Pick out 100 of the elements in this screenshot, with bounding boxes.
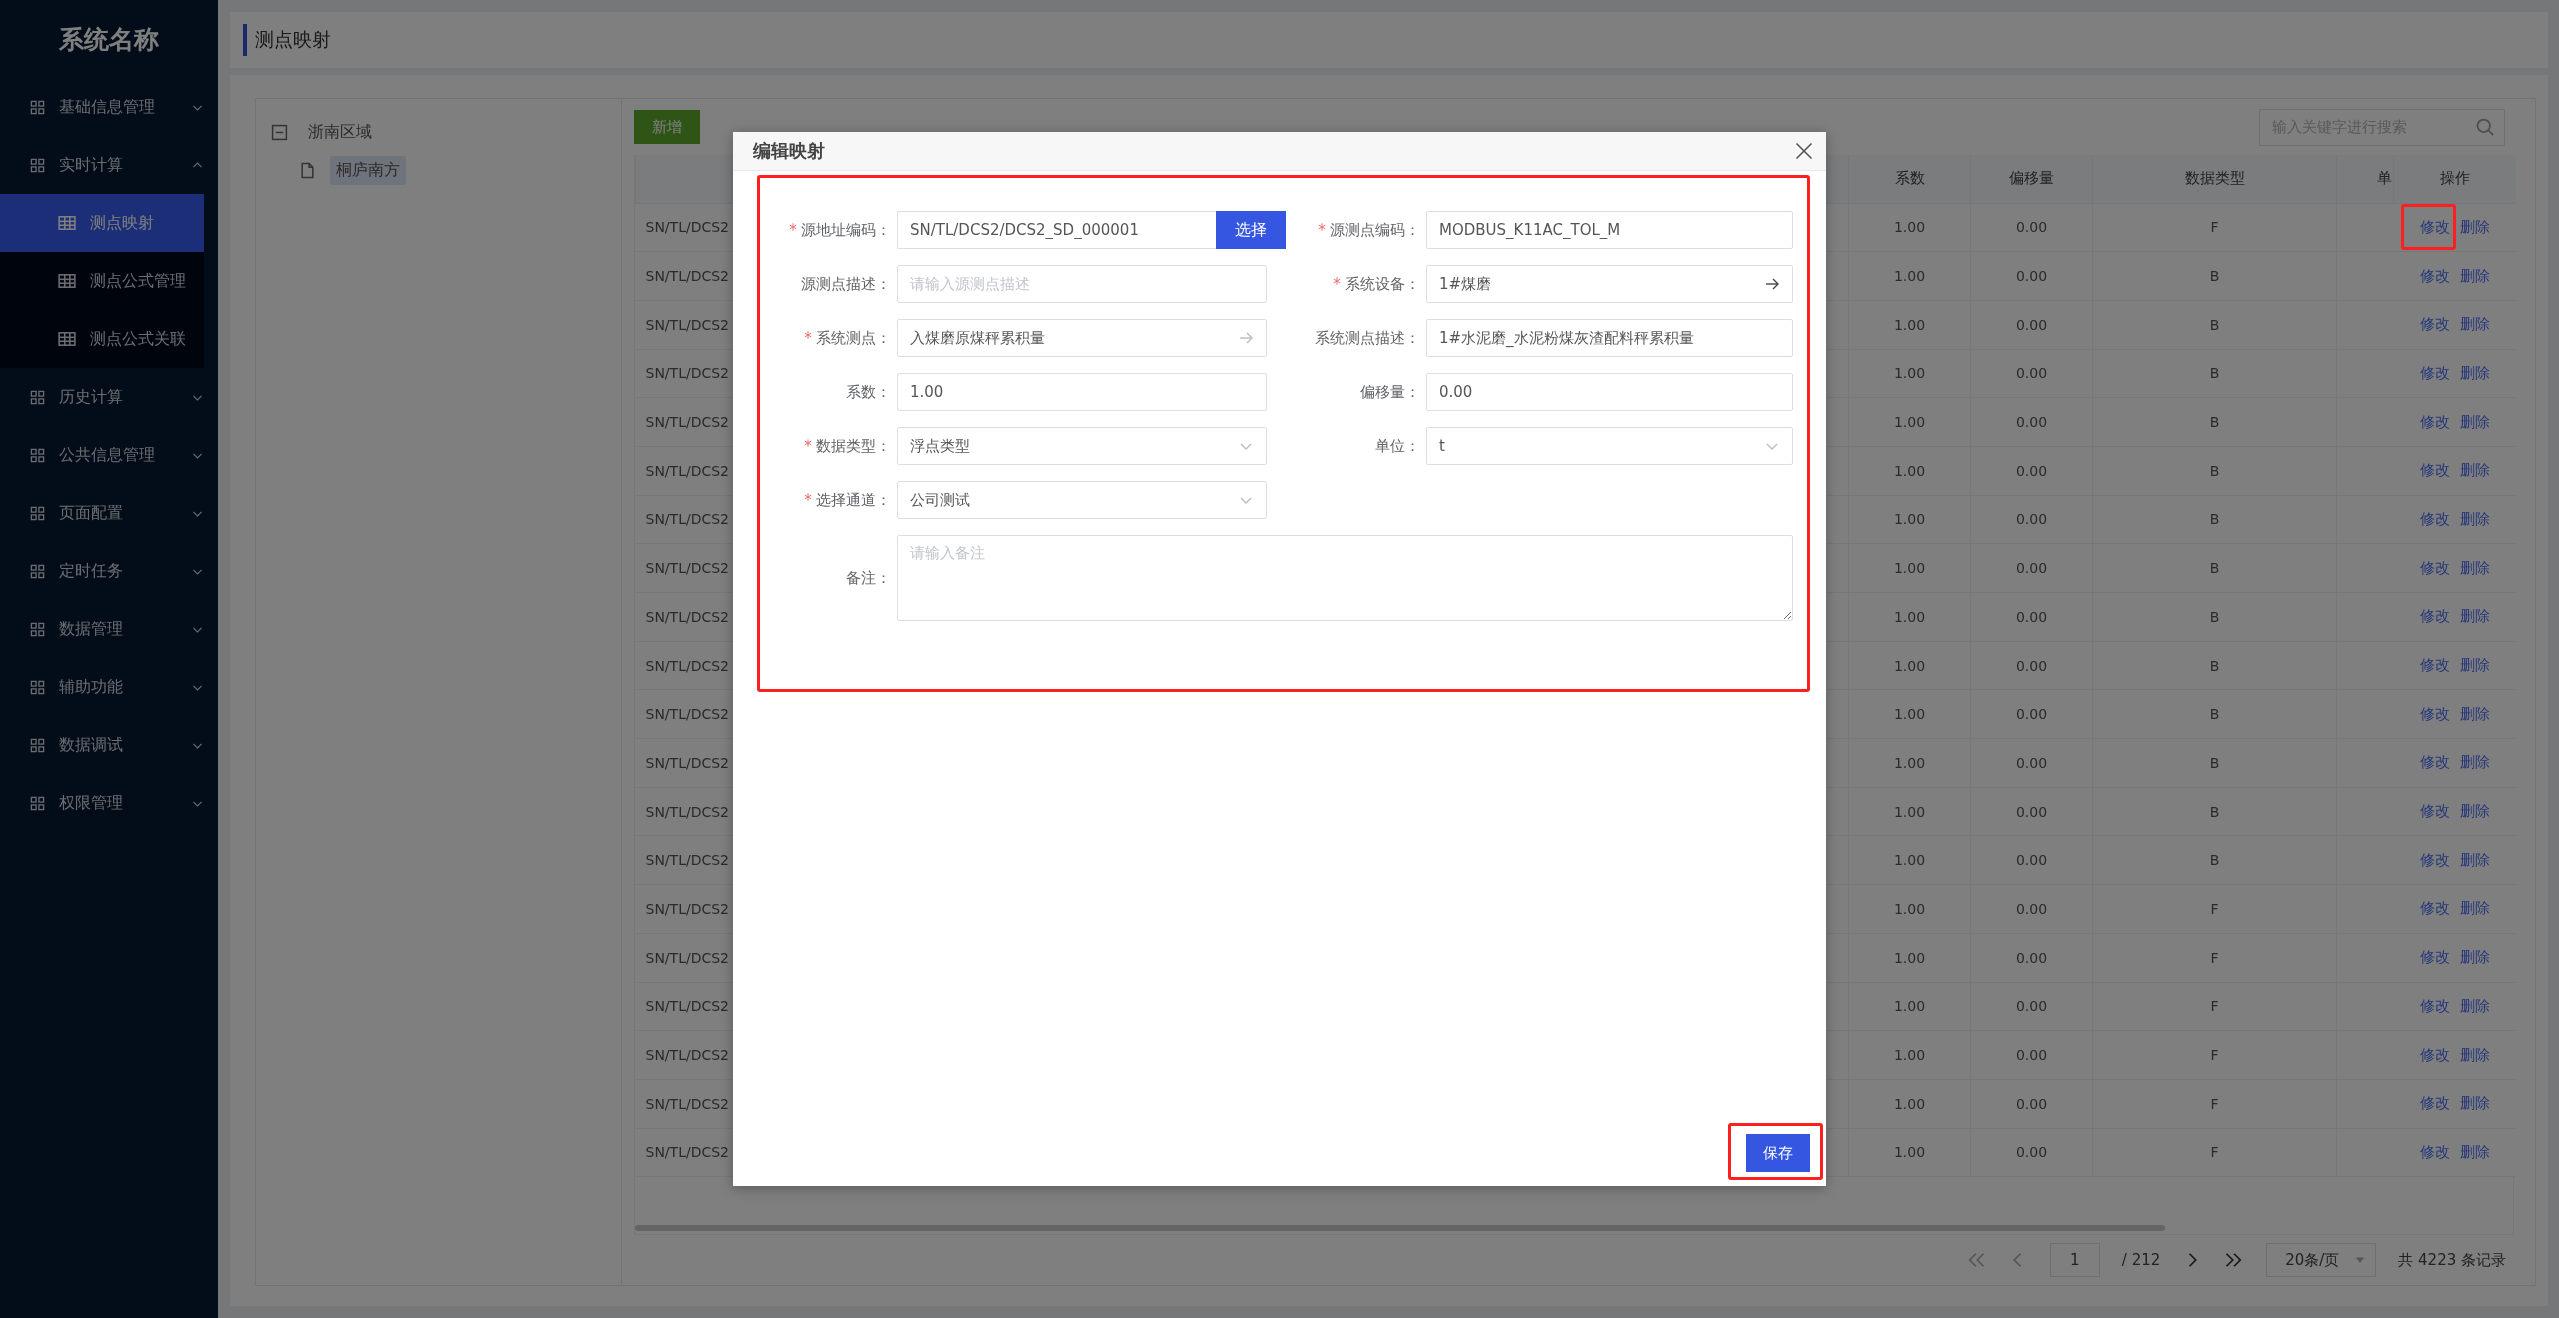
edit-link[interactable]: 修改 (2419, 607, 2450, 626)
picker-field[interactable]: 入煤磨原煤秤累积量 (897, 319, 1267, 357)
nav-item[interactable]: 历史计算 (0, 368, 218, 426)
edit-link[interactable]: 修改 (2419, 704, 2450, 723)
edit-link[interactable]: 修改 (2419, 461, 2450, 480)
delete-link[interactable]: 删除 (2459, 850, 2490, 869)
table-icon (58, 214, 76, 232)
select-field[interactable]: t (1426, 427, 1793, 465)
edit-link[interactable]: 修改 (2419, 558, 2450, 577)
page-number-field[interactable]: 1 (2049, 1243, 2100, 1277)
edit-link[interactable]: 修改 (2419, 1142, 2450, 1161)
nav-subitem[interactable]: 测点公式关联 (0, 310, 204, 368)
edit-link[interactable]: 修改 (2419, 753, 2450, 772)
delete-link[interactable]: 删除 (2459, 266, 2490, 285)
table-cell: 0.00 (1970, 495, 2093, 544)
nav-subitem[interactable]: 测点映射 (0, 194, 204, 252)
table-cell: F (2092, 1128, 2337, 1177)
field-label: 备注： (846, 568, 891, 588)
edit-link[interactable]: 修改 (2419, 996, 2450, 1015)
edit-link[interactable]: 修改 (2419, 315, 2450, 334)
text-field[interactable]: 1#水泥磨_水泥粉煤灰渣配料秤累积量 (1426, 319, 1793, 357)
nav-item[interactable]: 基础信息管理 (0, 78, 218, 136)
table-cell: 1.00 (1848, 397, 1971, 447)
nav-item[interactable]: 公共信息管理 (0, 426, 218, 484)
collapse-icon[interactable] (271, 123, 288, 141)
table-cell: 1.00 (1848, 933, 1971, 982)
table-cell: B (2092, 641, 2337, 690)
field-label: 源地址编码： (801, 220, 891, 240)
grid-icon (30, 505, 45, 521)
edit-link[interactable]: 修改 (2419, 656, 2450, 675)
tree-node[interactable]: 桐庐南方 (330, 155, 406, 185)
delete-link[interactable]: 删除 (2459, 217, 2490, 236)
text-field[interactable]: 0.00 (1426, 373, 1793, 411)
nav-item[interactable]: 权限管理 (0, 774, 218, 832)
delete-link[interactable]: 删除 (2459, 315, 2490, 334)
close-icon[interactable] (1794, 141, 1814, 161)
delete-link[interactable]: 删除 (2459, 802, 2490, 821)
delete-link[interactable]: 删除 (2459, 363, 2490, 382)
remark-field[interactable]: 请输入备注 (897, 535, 1793, 621)
delete-link[interactable]: 删除 (2459, 996, 2490, 1015)
edit-link[interactable]: 修改 (2419, 217, 2450, 236)
delete-link[interactable]: 删除 (2459, 1045, 2490, 1064)
table-cell: 0.00 (1970, 641, 2093, 690)
table-cell: B (2092, 543, 2337, 593)
edit-link[interactable]: 修改 (2419, 948, 2450, 967)
select-field[interactable]: 公司测试 (897, 481, 1267, 519)
delete-link[interactable]: 删除 (2459, 607, 2490, 626)
delete-link[interactable]: 删除 (2459, 412, 2490, 431)
table-icon (58, 330, 76, 348)
text-field[interactable]: 请输入源测点描述 (897, 265, 1267, 303)
table-cell: 1.00 (1848, 592, 1971, 642)
nav-subitem[interactable]: 测点公式管理 (0, 252, 204, 310)
delete-link[interactable]: 删除 (2459, 509, 2490, 528)
add-button[interactable]: 新增 (634, 110, 700, 144)
table-cell: B (2092, 738, 2337, 788)
nav-item[interactable]: 页面配置 (0, 484, 218, 542)
edit-link[interactable]: 修改 (2419, 509, 2450, 528)
scrollbar-thumb[interactable] (635, 1225, 2165, 1231)
grid-icon (30, 737, 45, 753)
edit-link[interactable]: 修改 (2419, 363, 2450, 382)
delete-link[interactable]: 删除 (2459, 899, 2490, 918)
edit-link[interactable]: 修改 (2419, 850, 2450, 869)
column-header: 操作 (2393, 155, 2516, 203)
nav-item[interactable]: 实时计算 (0, 136, 218, 194)
select-field[interactable]: 浮点类型 (897, 427, 1267, 465)
delete-link[interactable]: 删除 (2459, 461, 2490, 480)
table-cell: 0.00 (1970, 543, 2093, 593)
nav-item[interactable]: 定时任务 (0, 542, 218, 600)
delete-link[interactable]: 删除 (2459, 948, 2490, 967)
table-cell: 0.00 (1970, 446, 2093, 496)
table-cell: F (2092, 884, 2337, 934)
table-cell: B (2092, 835, 2337, 885)
edit-link[interactable]: 修改 (2419, 412, 2450, 431)
nav-item[interactable]: 数据管理 (0, 600, 218, 658)
delete-link[interactable]: 删除 (2459, 656, 2490, 675)
save-button[interactable]: 保存 (1746, 1134, 1810, 1172)
tree-node[interactable]: 浙南区域 (302, 117, 378, 147)
nav-item[interactable]: 辅助功能 (0, 658, 218, 716)
select-button[interactable]: 选择 (1216, 211, 1286, 249)
edit-link[interactable]: 修改 (2419, 899, 2450, 918)
table-cell: F (2092, 1079, 2337, 1129)
edit-link[interactable]: 修改 (2419, 1094, 2450, 1113)
edit-link[interactable]: 修改 (2419, 266, 2450, 285)
delete-link[interactable]: 删除 (2459, 1094, 2490, 1113)
delete-link[interactable]: 删除 (2459, 753, 2490, 772)
edit-link[interactable]: 修改 (2419, 1045, 2450, 1064)
delete-link[interactable]: 删除 (2459, 1142, 2490, 1161)
text-field[interactable]: MODBUS_K11AC_TOL_M (1426, 211, 1793, 249)
picker-field[interactable]: 1#煤磨 (1426, 265, 1793, 303)
field-label: 系统设备： (1345, 274, 1420, 294)
column-header: 单 (2336, 155, 2394, 203)
table-cell: B (2092, 592, 2337, 642)
text-field[interactable]: SN/TL/DCS2/DCS2_SD_000001 (897, 211, 1216, 249)
delete-link[interactable]: 删除 (2459, 558, 2490, 577)
text-field[interactable]: 1.00 (897, 373, 1267, 411)
page-size-select[interactable]: 20条/页 (2266, 1243, 2377, 1277)
nav-item[interactable]: 数据调试 (0, 716, 218, 774)
delete-link[interactable]: 删除 (2459, 704, 2490, 723)
table-cell: 1.00 (1848, 300, 1971, 350)
edit-link[interactable]: 修改 (2419, 802, 2450, 821)
